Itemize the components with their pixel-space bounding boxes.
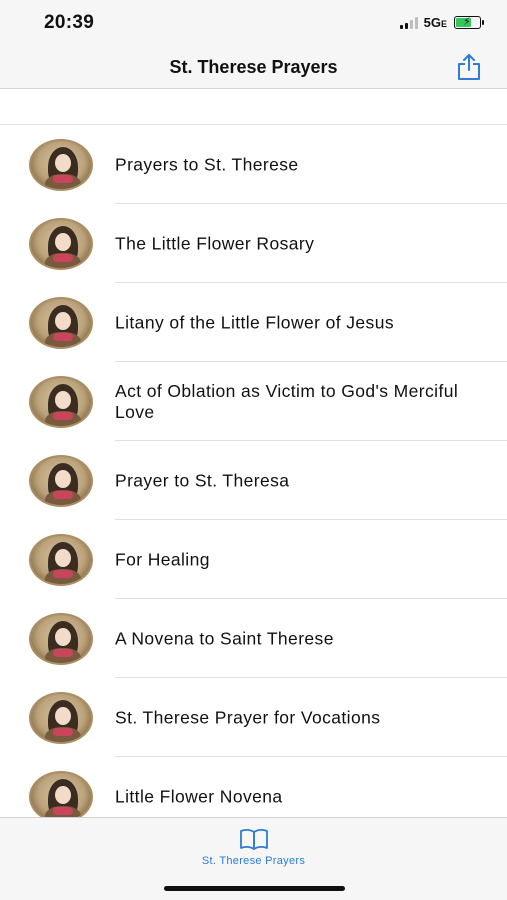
tab-st-therese-prayers[interactable]: St. Therese Prayers (0, 828, 507, 867)
saint-therese-thumbnail (29, 534, 93, 586)
list-item[interactable]: The Little Flower Rosary (0, 204, 507, 283)
saint-therese-thumbnail (29, 613, 93, 665)
page-title: St. Therese Prayers (169, 57, 338, 77)
list-item[interactable]: St. Therese Prayer for Vocations (0, 678, 507, 757)
list-item[interactable]: For Healing (0, 520, 507, 599)
list-header-spacer (0, 90, 507, 125)
list-item-title: A Novena to Saint Therese (115, 628, 334, 648)
network-label: 5G (423, 15, 441, 30)
list-item-title: Prayer to St. Theresa (115, 470, 290, 490)
saint-therese-thumbnail (29, 455, 93, 507)
saint-therese-thumbnail (29, 771, 93, 823)
list-item[interactable]: Litany of the Little Flower of Jesus (0, 283, 507, 362)
navigation-bar: St. Therese Prayers (0, 46, 507, 89)
share-icon[interactable] (456, 53, 482, 81)
list-item[interactable]: Prayers to St. Therese (0, 125, 507, 204)
list-item-title: Prayers to St. Therese (115, 154, 299, 174)
list-item-title: For Healing (115, 549, 210, 569)
saint-therese-thumbnail (29, 218, 93, 270)
signal-icon (399, 16, 418, 29)
saint-therese-thumbnail (29, 297, 93, 349)
prayer-list: Prayers to St. Therese The Little Flower… (0, 125, 507, 836)
network-type: 5GE (424, 15, 447, 30)
saint-therese-thumbnail (29, 692, 93, 744)
list-item[interactable]: Prayer to St. Theresa (0, 441, 507, 520)
status-time: 20:39 (44, 12, 95, 33)
list-item-title: Litany of the Little Flower of Jesus (115, 312, 394, 332)
home-indicator (164, 886, 345, 891)
list-item[interactable]: Act of Oblation as Victim to God's Merci… (0, 362, 507, 441)
list-item-title: The Little Flower Rosary (115, 233, 315, 253)
status-bar: 20:39 5GE ⚡ (0, 0, 507, 46)
list-item[interactable]: A Novena to Saint Therese (0, 599, 507, 678)
book-icon (239, 829, 268, 850)
status-indicators: 5GE ⚡ (399, 15, 484, 30)
list-item-title: Act of Oblation as Victim to God's Merci… (115, 380, 459, 422)
network-suffix: E (440, 19, 447, 29)
saint-therese-thumbnail (29, 139, 93, 191)
saint-therese-thumbnail (29, 376, 93, 428)
tab-label: St. Therese Prayers (201, 855, 306, 867)
list-item-title: St. Therese Prayer for Vocations (115, 707, 381, 727)
list-item-title: Little Flower Novena (115, 786, 283, 806)
battery-icon: ⚡ (454, 16, 484, 29)
